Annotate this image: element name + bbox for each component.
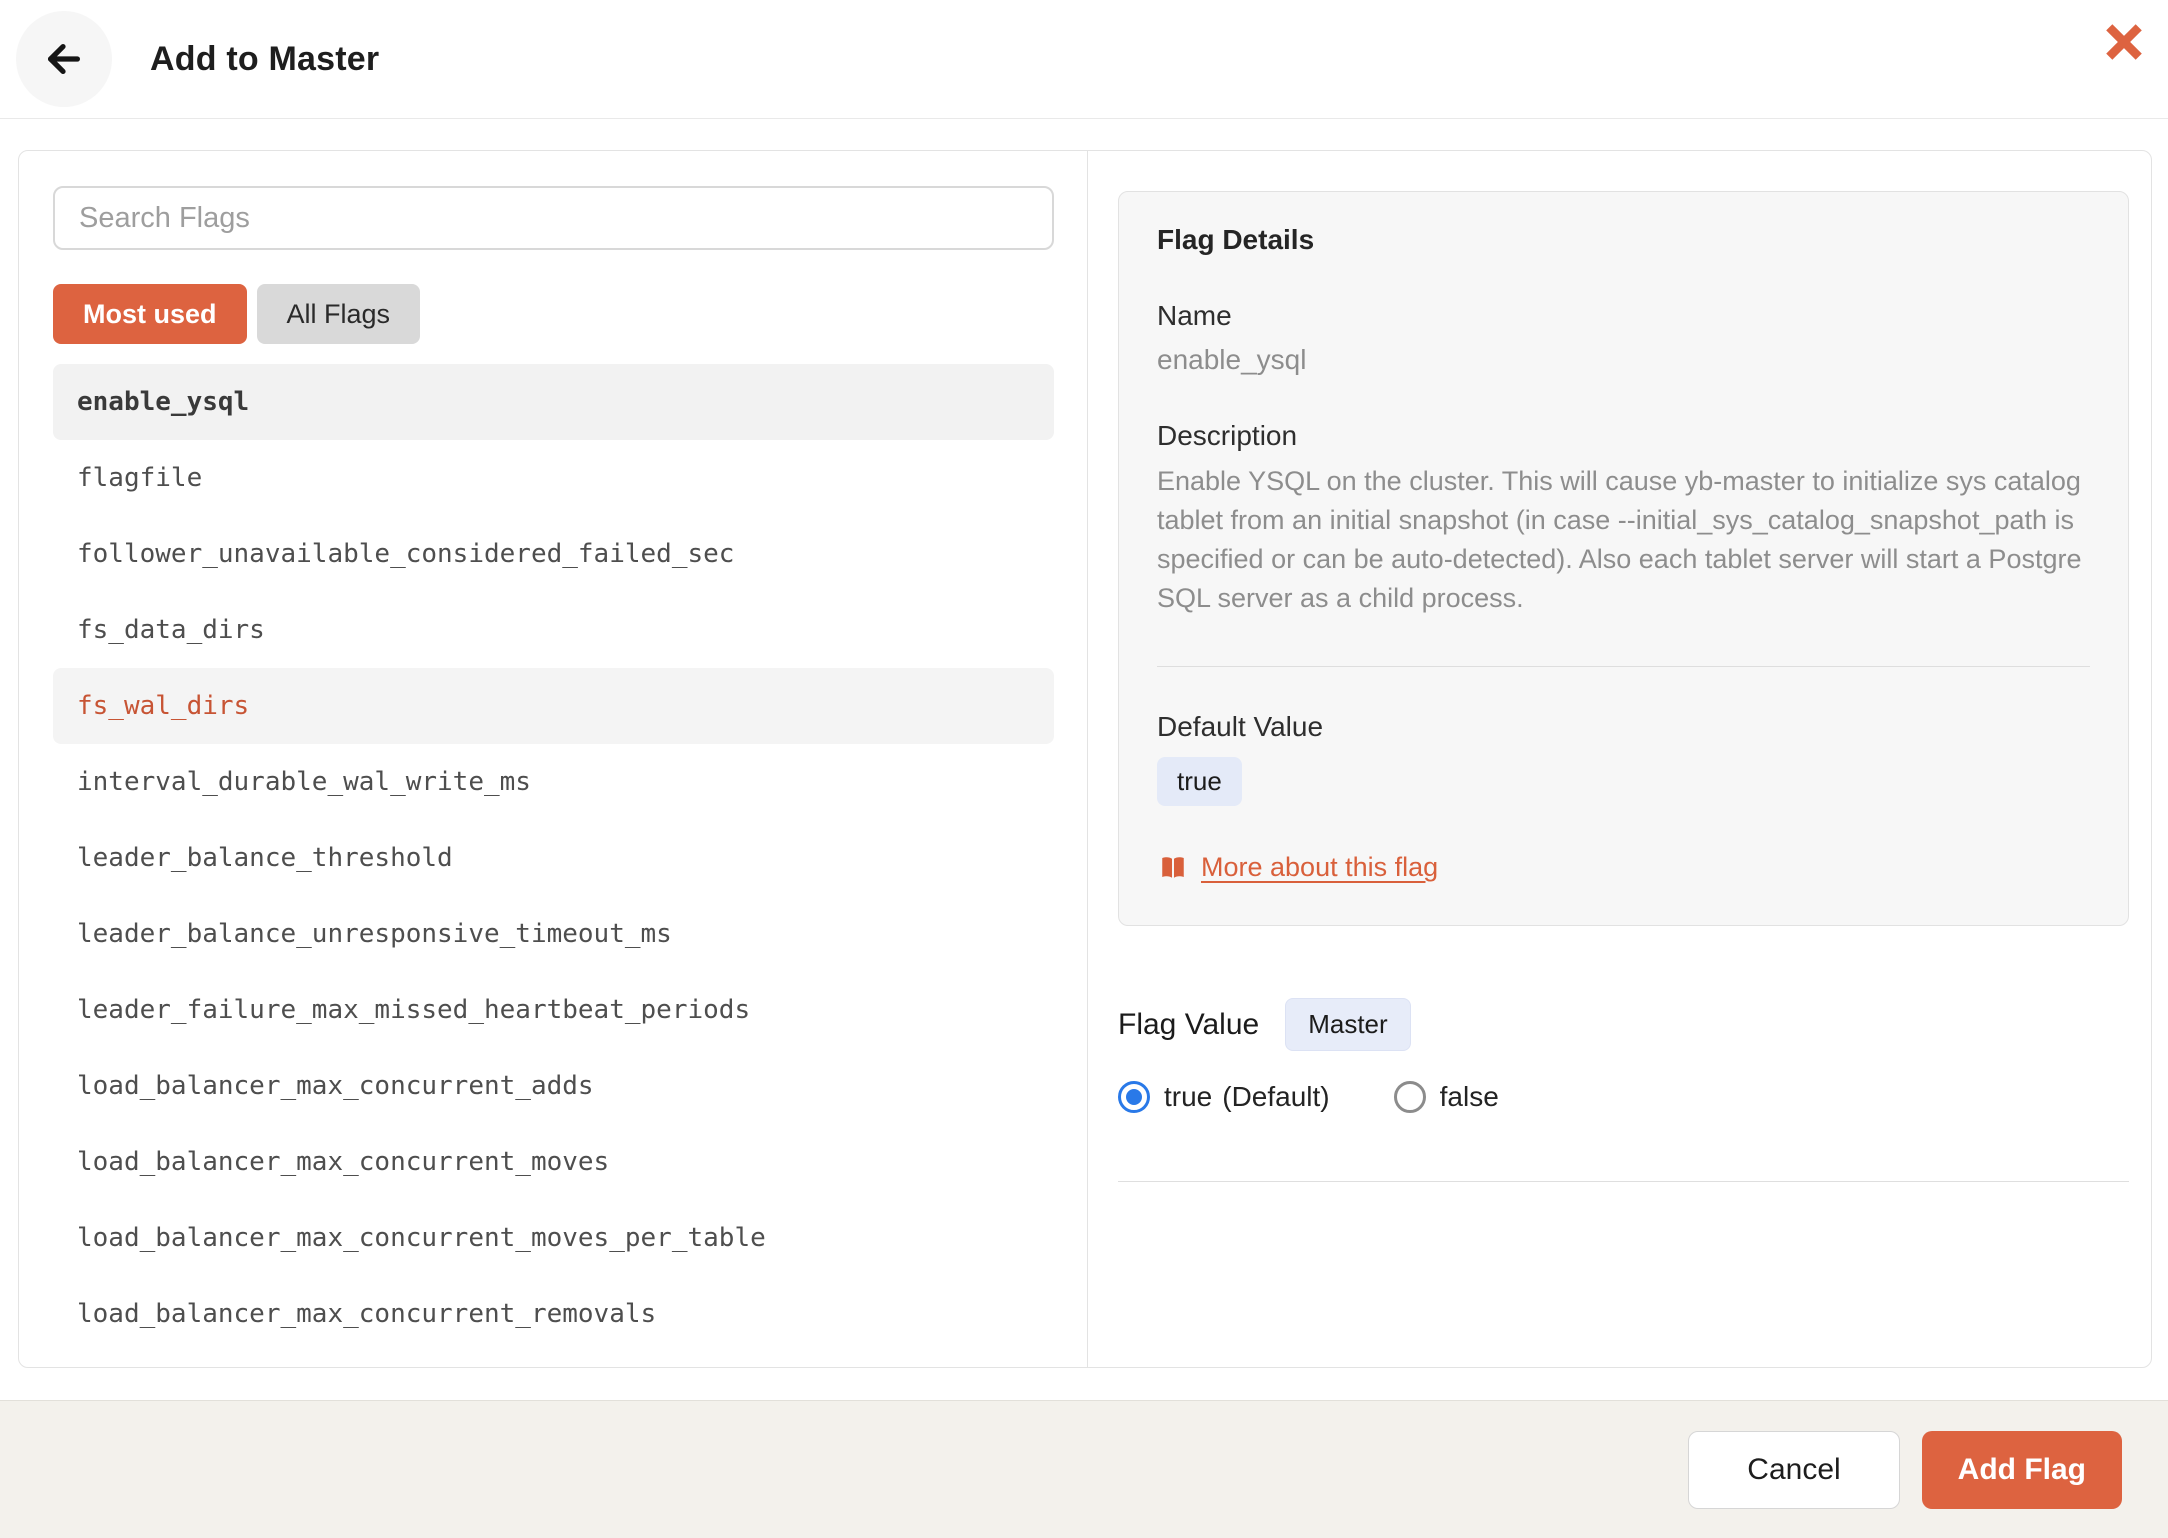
radio-unselected-icon: [1394, 1081, 1426, 1113]
name-label: Name: [1157, 300, 2090, 332]
details-divider: [1157, 666, 2090, 667]
radio-option-true[interactable]: true (Default): [1118, 1081, 1330, 1113]
radio-true-suffix: (Default): [1222, 1081, 1329, 1113]
radio-option-false[interactable]: false: [1394, 1081, 1499, 1113]
back-button[interactable]: [16, 11, 112, 107]
radio-selected-icon: [1118, 1081, 1150, 1113]
close-button[interactable]: [2100, 18, 2148, 66]
flag-row-leader-failure-heartbeat[interactable]: leader_failure_max_missed_heartbeat_peri…: [53, 972, 1054, 1048]
flag-row-enable-ysql[interactable]: enable_ysql: [53, 364, 1054, 440]
tab-most-used[interactable]: Most used: [53, 284, 247, 344]
flag-value-label: Flag Value: [1118, 1008, 1259, 1042]
flag-row-lb-max-adds[interactable]: load_balancer_max_concurrent_adds: [53, 1048, 1054, 1124]
arrow-left-icon: [41, 36, 87, 82]
flag-row-leader-balance-threshold[interactable]: leader_balance_threshold: [53, 820, 1054, 896]
radio-true-label: true: [1164, 1081, 1212, 1113]
flag-list-panel: Most used All Flags enable_ysql flagfile…: [19, 151, 1088, 1367]
scope-badge-master: Master: [1285, 998, 1410, 1051]
flag-row-lb-max-moves[interactable]: load_balancer_max_concurrent_moves: [53, 1124, 1054, 1200]
close-icon: [2104, 22, 2144, 62]
cancel-button[interactable]: Cancel: [1688, 1431, 1899, 1509]
book-icon: [1157, 853, 1189, 883]
more-about-flag-link[interactable]: More about this flag: [1157, 852, 1438, 883]
flag-tabs: Most used All Flags: [53, 284, 1054, 344]
flag-list: enable_ysql flagfile follower_unavailabl…: [53, 364, 1054, 1352]
radio-false-label: false: [1440, 1081, 1499, 1113]
description-text: Enable YSQL on the cluster. This will ca…: [1157, 462, 2090, 618]
flag-row-lb-max-removals[interactable]: load_balancer_max_concurrent_removals: [53, 1276, 1054, 1352]
flag-row-follower-unavailable[interactable]: follower_unavailable_considered_failed_s…: [53, 516, 1054, 592]
flag-value-divider: [1118, 1181, 2129, 1182]
description-label: Description: [1157, 420, 2090, 452]
flag-details-title: Flag Details: [1157, 224, 2090, 256]
modal-footer: Cancel Add Flag: [0, 1400, 2168, 1538]
flag-row-lb-max-moves-per-table[interactable]: load_balancer_max_concurrent_moves_per_t…: [53, 1200, 1054, 1276]
name-value: enable_ysql: [1157, 344, 2090, 376]
flag-detail-panel: Flag Details Name enable_ysql Descriptio…: [1088, 151, 2151, 1367]
flag-details-card: Flag Details Name enable_ysql Descriptio…: [1118, 191, 2129, 926]
flag-value-options: true (Default) false: [1118, 1081, 2151, 1113]
flag-row-fs-data-dirs[interactable]: fs_data_dirs: [53, 592, 1054, 668]
flag-row-fs-wal-dirs[interactable]: fs_wal_dirs: [53, 668, 1054, 744]
tab-all-flags[interactable]: All Flags: [257, 284, 421, 344]
default-value-label: Default Value: [1157, 711, 2090, 743]
default-value-badge: true: [1157, 757, 1242, 806]
flag-row-flagfile[interactable]: flagfile: [53, 440, 1054, 516]
more-about-flag-label: More about this flag: [1201, 852, 1438, 883]
modal-header: Add to Master: [0, 0, 2168, 119]
flag-row-leader-balance-unresponsive[interactable]: leader_balance_unresponsive_timeout_ms: [53, 896, 1054, 972]
flag-row-interval-durable-wal[interactable]: interval_durable_wal_write_ms: [53, 744, 1054, 820]
search-input[interactable]: [53, 186, 1054, 250]
flag-value-section: Flag Value Master: [1118, 998, 2151, 1051]
modal-body: Most used All Flags enable_ysql flagfile…: [18, 150, 2152, 1368]
add-flag-button[interactable]: Add Flag: [1922, 1431, 2122, 1509]
page-title: Add to Master: [150, 40, 379, 79]
